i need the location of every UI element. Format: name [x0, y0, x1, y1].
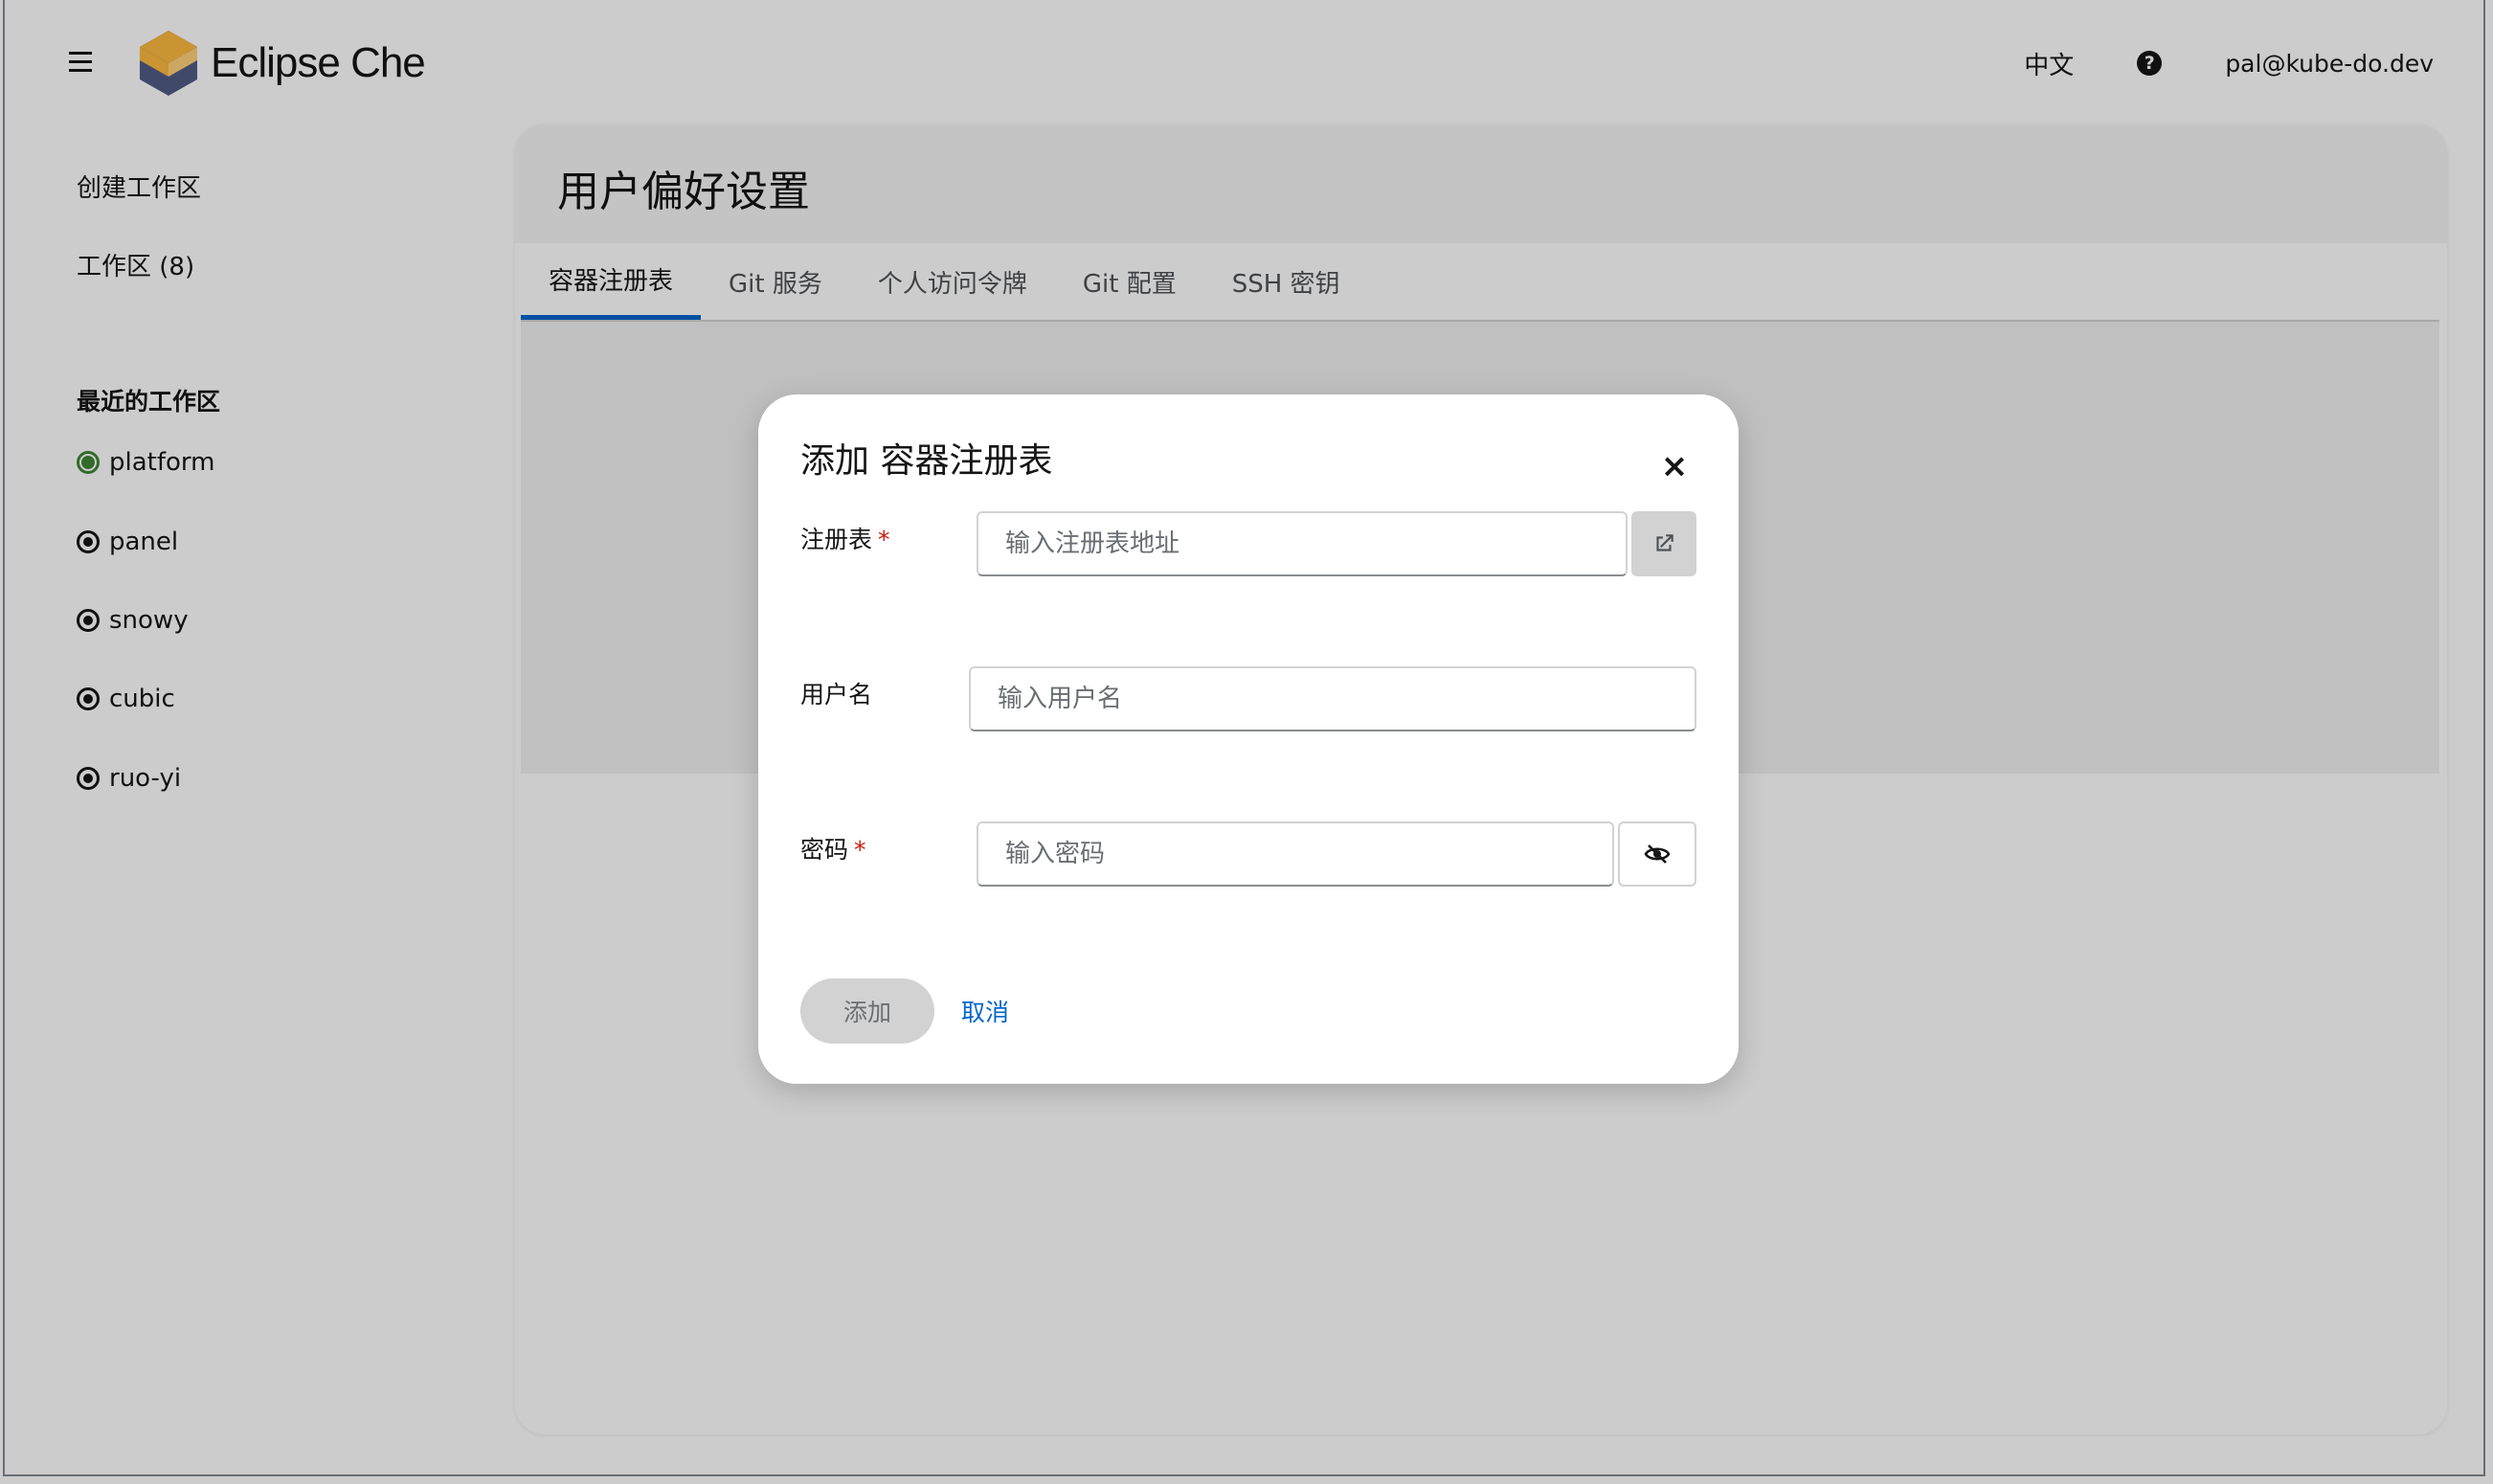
cancel-button[interactable]: 取消 — [961, 978, 1009, 1044]
external-link-icon — [1656, 534, 1673, 551]
required-mark: * — [854, 836, 866, 864]
eye-slash-icon — [1644, 844, 1671, 864]
password-label: 密码 * — [800, 836, 866, 864]
close-icon[interactable]: × — [1660, 450, 1689, 483]
toggle-password-button[interactable] — [1618, 821, 1696, 887]
modal-title: 添加 容器注册表 — [800, 441, 1053, 481]
app-window: Eclipse Che 中文 ? pal@kube-do.dev 创建工作区 工… — [0, 0, 2493, 1484]
add-button[interactable]: 添加 — [800, 978, 934, 1044]
open-registry-button[interactable] — [1631, 511, 1696, 576]
registry-label: 注册表 * — [800, 526, 890, 553]
password-input[interactable] — [977, 821, 1614, 887]
add-registry-modal: 添加 容器注册表 × 注册表* 用户名 密码* 添加 取消 — [758, 394, 1739, 1084]
username-input[interactable] — [969, 666, 1696, 731]
registry-input[interactable] — [977, 511, 1628, 576]
required-mark: * — [878, 526, 890, 553]
username-label: 用户名 — [800, 681, 873, 708]
